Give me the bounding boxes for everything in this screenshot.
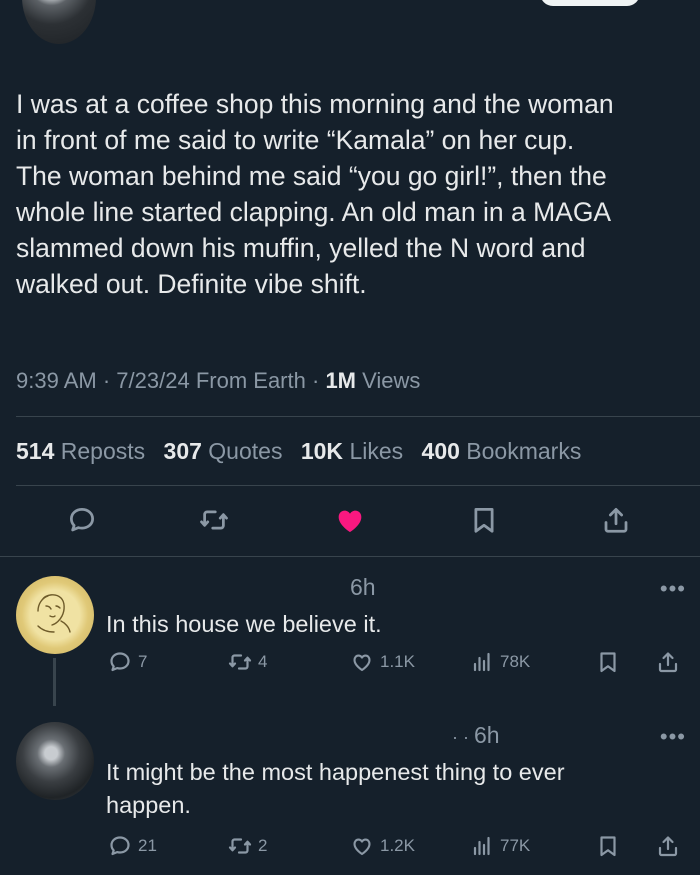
like-count: 1.1K: [380, 652, 415, 671]
avatar[interactable]: [16, 576, 94, 654]
bookmark-button[interactable]: [596, 834, 620, 858]
reply-icon: [110, 836, 130, 856]
analytics-icon: [473, 836, 490, 856]
like-button[interactable]: 1.2K: [350, 834, 415, 858]
views-count: 1M: [325, 368, 356, 393]
tweet-text: I was at a coffee shop this morning and …: [16, 89, 614, 299]
repost-button[interactable]: 2: [228, 834, 267, 858]
reply-count: 21: [138, 836, 157, 855]
analytics-icon: [473, 652, 490, 672]
tweet-date[interactable]: 7/23/24: [116, 368, 189, 393]
reply-icon: [70, 508, 94, 532]
reply-text: It might be the most happenest thing to …: [106, 759, 565, 818]
follow-button[interactable]: [540, 0, 640, 6]
divider: [16, 416, 700, 417]
share-button[interactable]: [656, 834, 680, 858]
repost-count: 4: [258, 652, 268, 671]
time-prefix: · ·: [452, 727, 474, 747]
views-label: Views: [362, 368, 421, 393]
reply-time[interactable]: 6h: [350, 574, 376, 601]
like-button[interactable]: 1.1K: [350, 650, 415, 674]
reply-text: In this house we believe it.: [106, 611, 382, 637]
tweet-time[interactable]: 9:39 AM: [16, 368, 97, 393]
reply-item[interactable]: 6h ••• In this house we believe it. 7 4 …: [0, 556, 700, 706]
reply-button[interactable]: 7: [108, 650, 147, 674]
reposts-label: Reposts: [60, 438, 146, 464]
repost-icon: [200, 510, 228, 530]
avatar[interactable]: [16, 722, 94, 800]
quotes-label: Quotes: [208, 438, 283, 464]
quotes-stat[interactable]: 307 Quotes: [164, 438, 283, 464]
avatar-sketch: [37, 594, 71, 633]
like-icon: [353, 838, 371, 856]
views-button[interactable]: 77K: [470, 834, 530, 858]
likes-count: 10K: [300, 438, 344, 464]
author-avatar[interactable]: [22, 0, 96, 44]
bookmarks-label: Bookmarks: [466, 438, 582, 464]
quotes-count: 307: [163, 438, 202, 464]
view-count: 77K: [500, 836, 531, 855]
more-options-icon[interactable]: •••: [660, 576, 686, 602]
tweet-actions: [0, 502, 700, 538]
divider: [16, 485, 700, 486]
reply-item[interactable]: · · 6h ••• It might be the most happenes…: [0, 706, 700, 875]
like-icon: [353, 654, 371, 672]
meta-separator: ·: [102, 368, 117, 393]
share-button[interactable]: [598, 502, 634, 538]
share-icon: [658, 652, 678, 673]
share-button[interactable]: [656, 650, 680, 674]
bookmark-icon: [474, 508, 494, 533]
bookmark-icon: [600, 652, 616, 673]
like-count: 1.2K: [380, 836, 415, 855]
like-icon: [338, 510, 362, 532]
repost-button[interactable]: 4: [228, 650, 267, 674]
reply-button[interactable]: 21: [108, 834, 157, 858]
likes-stat[interactable]: 10K Likes: [301, 438, 403, 464]
like-button[interactable]: [332, 502, 368, 538]
tweet-source: From Earth: [195, 368, 306, 393]
reply-button[interactable]: [64, 502, 100, 538]
reply-count: 7: [138, 652, 148, 671]
reposts-stat[interactable]: 514 Reposts: [16, 438, 145, 464]
bookmarks-stat[interactable]: 400 Bookmarks: [422, 438, 582, 464]
bookmarks-count: 400: [421, 438, 460, 464]
reply-actions: 21 2 1.2K 77K: [0, 834, 700, 864]
reply-time[interactable]: · · 6h: [452, 722, 500, 749]
likes-label: Likes: [349, 438, 404, 464]
tweet-stats: 514 Reposts 307 Quotes 10K Likes 400 Boo…: [16, 438, 593, 465]
repost-icon: [228, 838, 252, 854]
views-button[interactable]: 78K: [470, 650, 530, 674]
reply-icon: [110, 652, 130, 672]
bookmark-button[interactable]: [596, 650, 620, 674]
repost-button[interactable]: [196, 502, 232, 538]
tweet-meta: 9:39 AM · 7/23/24 From Earth · 1M Views: [16, 368, 420, 394]
bookmark-icon: [600, 836, 616, 857]
reposts-count: 514: [16, 438, 55, 464]
bookmark-button[interactable]: [466, 502, 502, 538]
meta-separator: ·: [311, 368, 326, 393]
reply-time-value: 6h: [474, 722, 500, 748]
share-icon: [604, 508, 628, 533]
reply-actions: 7 4 1.1K 78K: [0, 650, 700, 680]
repost-icon: [228, 654, 252, 670]
share-icon: [658, 836, 678, 857]
more-options-icon[interactable]: •••: [660, 724, 686, 750]
view-count: 78K: [500, 652, 531, 671]
repost-count: 2: [258, 836, 268, 855]
